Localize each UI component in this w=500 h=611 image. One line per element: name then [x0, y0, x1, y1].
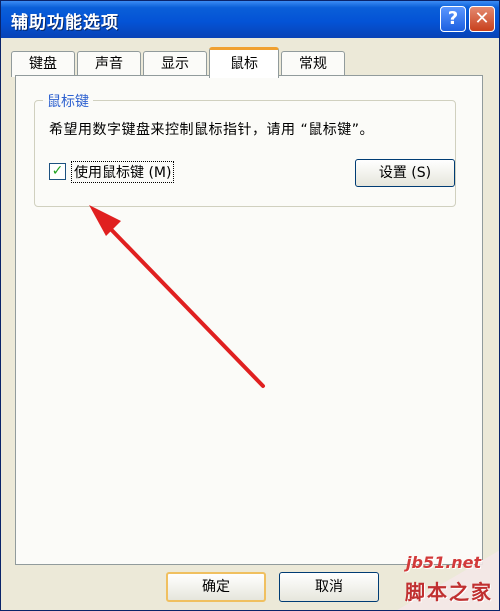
use-mouse-keys-label[interactable]: 使用鼠标键 (M) — [71, 161, 175, 183]
tab-keyboard[interactable]: 键盘 — [11, 51, 75, 77]
tab-sound[interactable]: 声音 — [77, 51, 141, 77]
dialog-window: 辅助功能选项 ? ✕ 键盘 声音 显示 鼠标 常规 鼠标键 希望用数字键盘来控制… — [0, 0, 500, 611]
close-button[interactable]: ✕ — [469, 6, 495, 32]
help-button[interactable]: ? — [440, 6, 466, 32]
tab-display[interactable]: 显示 — [143, 51, 207, 77]
tab-mouse[interactable]: 鼠标 — [209, 47, 279, 78]
watermark-text: 脚本之家 — [405, 580, 493, 604]
ok-button[interactable]: 确定 — [166, 572, 266, 602]
tab-general[interactable]: 常规 — [281, 51, 345, 77]
use-mouse-keys-checkbox[interactable]: ✓ — [49, 163, 66, 180]
tab-panel: 鼠标键 希望用数字键盘来控制鼠标指针，请用 “鼠标键”。 ✓ 使用鼠标键 (M)… — [15, 75, 483, 565]
window-title: 辅助功能选项 — [11, 13, 119, 33]
settings-button[interactable]: 设置 (S) — [355, 159, 455, 187]
watermark-site: jb51.net — [406, 553, 482, 572]
group-title: 鼠标键 — [43, 91, 93, 111]
mouse-keys-description: 希望用数字键盘来控制鼠标指针，请用 “鼠标键”。 — [49, 122, 374, 138]
cancel-button[interactable]: 取消 — [279, 572, 379, 602]
title-bar[interactable]: 辅助功能选项 ? ✕ — [1, 1, 499, 38]
mouse-keys-group: 鼠标键 希望用数字键盘来控制鼠标指针，请用 “鼠标键”。 ✓ 使用鼠标键 (M)… — [34, 91, 456, 207]
